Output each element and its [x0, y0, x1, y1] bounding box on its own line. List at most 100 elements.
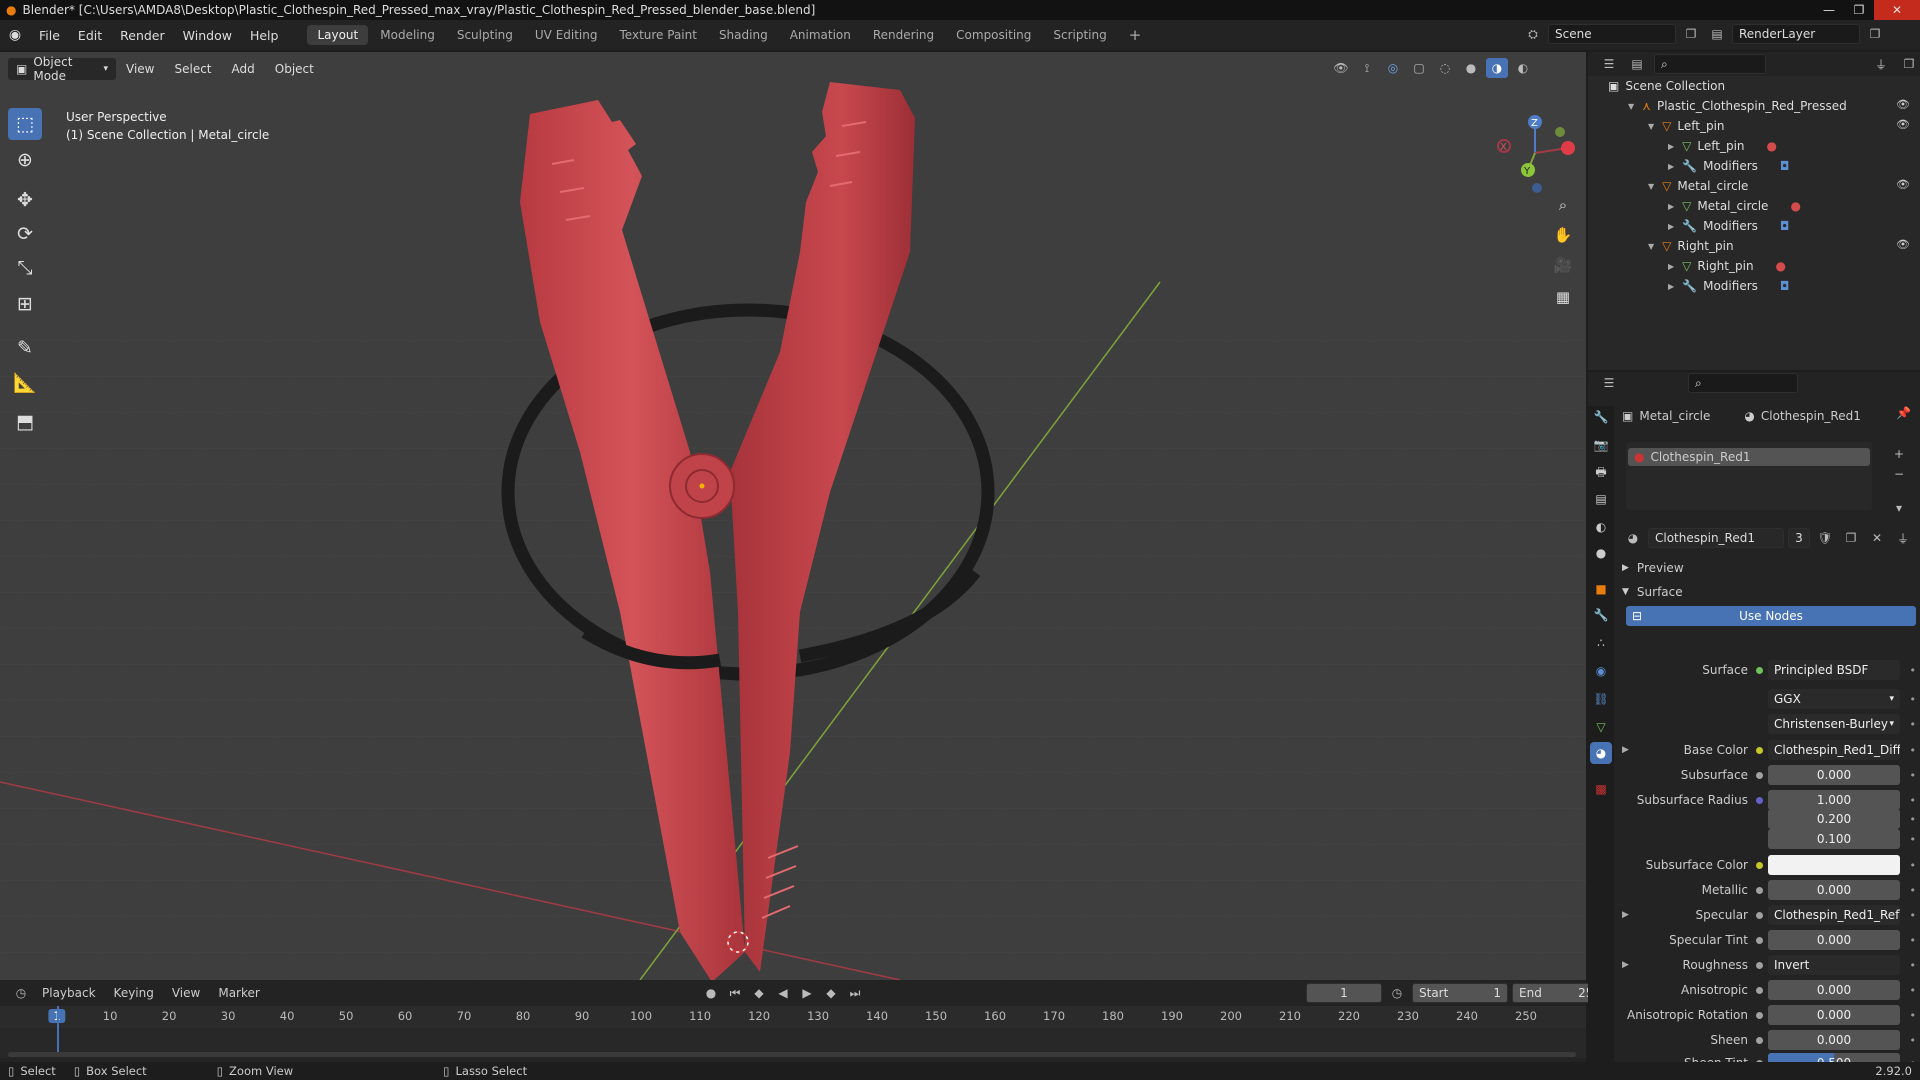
- navigation-gizmo[interactable]: Z Y X: [1490, 108, 1580, 198]
- slot-specials-icon[interactable]: ▾: [1888, 498, 1910, 518]
- close-icon[interactable]: ✕: [1874, 0, 1920, 20]
- keyframe-dot-icon[interactable]: •: [1910, 833, 1917, 846]
- add-workspace-icon[interactable]: +: [1119, 23, 1152, 47]
- socket-icon[interactable]: [1756, 771, 1763, 779]
- new-view-layer-icon[interactable]: ❐: [1864, 24, 1886, 44]
- tab-uv-editing[interactable]: UV Editing: [525, 25, 608, 45]
- expand-right-icon[interactable]: ▶: [1668, 282, 1674, 291]
- move-tool-icon[interactable]: ✥: [8, 184, 42, 216]
- tab-scripting[interactable]: Scripting: [1043, 25, 1116, 45]
- outliner-item-mesh[interactable]: ▶ ▽ Right_pin ●: [1668, 256, 1786, 276]
- tab-modeling[interactable]: Modeling: [370, 25, 445, 45]
- output-tab-icon[interactable]: 🖶: [1590, 462, 1612, 484]
- expand-right-icon[interactable]: ▶: [1668, 142, 1674, 151]
- keyframe-dot-icon[interactable]: •: [1910, 718, 1917, 731]
- socket-icon[interactable]: [1756, 746, 1763, 754]
- blender-menu-icon[interactable]: ◉: [0, 27, 30, 43]
- number-field[interactable]: 0.100: [1768, 829, 1900, 849]
- number-field[interactable]: 0.200: [1768, 809, 1900, 829]
- keyframe-dot-icon[interactable]: •: [1910, 984, 1917, 997]
- menu-add[interactable]: Add: [222, 62, 265, 76]
- material-badge-icon[interactable]: ●: [1767, 139, 1777, 153]
- outliner-item-modifier[interactable]: ▶ 🔧 Modifiers ◘: [1668, 216, 1789, 236]
- outliner-item-mesh[interactable]: ▶ ▽ Metal_circle ●: [1668, 196, 1801, 216]
- tab-animation[interactable]: Animation: [780, 25, 861, 45]
- socket-icon[interactable]: [1756, 1036, 1763, 1044]
- scene-tab-icon[interactable]: ◐: [1590, 516, 1612, 538]
- view-layer-field[interactable]: RenderLayer: [1732, 24, 1860, 44]
- prev-keyframe-icon[interactable]: ◆: [748, 983, 770, 1003]
- number-field[interactable]: 0.000: [1768, 980, 1900, 1000]
- material-shading-icon[interactable]: ◑: [1486, 58, 1508, 78]
- visibility-eye-icon[interactable]: 👁: [1896, 178, 1910, 191]
- tab-rendering[interactable]: Rendering: [863, 25, 944, 45]
- fake-user-icon[interactable]: 🛡: [1814, 528, 1836, 548]
- menu-object[interactable]: Object: [265, 62, 324, 76]
- number-field[interactable]: 0.000: [1768, 880, 1900, 900]
- outliner-editor-icon[interactable]: ☰: [1598, 54, 1620, 74]
- physics-tab-icon[interactable]: ◉: [1590, 660, 1612, 682]
- outliner-item-object[interactable]: ▼ ▽ Right_pin: [1648, 236, 1734, 256]
- maximize-icon[interactable]: ❐: [1844, 0, 1874, 20]
- render-tab-icon[interactable]: 📷: [1590, 434, 1612, 456]
- play-icon[interactable]: ▶: [796, 983, 818, 1003]
- particles-tab-icon[interactable]: ∴: [1590, 632, 1612, 654]
- properties-search[interactable]: ⌕: [1688, 373, 1798, 393]
- material-slot-list[interactable]: ● Clothespin_Red1: [1626, 442, 1872, 510]
- add-cube-tool-icon[interactable]: ⬒: [8, 406, 42, 438]
- next-keyframe-icon[interactable]: ◆: [820, 983, 842, 1003]
- socket-icon[interactable]: [1756, 1011, 1763, 1019]
- expand-right-icon[interactable]: ▶: [1622, 910, 1629, 920]
- frame-ruler[interactable]: 1102030405060708090100110120130140150160…: [0, 1006, 1586, 1028]
- socket-icon[interactable]: [1756, 911, 1763, 919]
- add-slot-icon[interactable]: +: [1888, 444, 1910, 464]
- solid-shading-icon[interactable]: ●: [1460, 58, 1482, 78]
- expand-right-icon[interactable]: ▶: [1668, 202, 1674, 211]
- socket-icon[interactable]: [1756, 886, 1763, 894]
- outliner-item-object[interactable]: ▼ ▽ Left_pin: [1648, 116, 1725, 136]
- socket-icon[interactable]: [1756, 666, 1763, 674]
- rotate-tool-icon[interactable]: ⟳: [8, 218, 42, 250]
- keyframe-dot-icon[interactable]: •: [1910, 813, 1917, 826]
- menu-playback[interactable]: Playback: [34, 986, 104, 1000]
- menu-file[interactable]: File: [30, 28, 69, 43]
- jump-start-icon[interactable]: ⏮: [724, 983, 746, 1003]
- modifier-badge-icon[interactable]: ◘: [1780, 279, 1790, 293]
- number-field[interactable]: 0.000: [1768, 765, 1900, 785]
- keyframe-dot-icon[interactable]: •: [1910, 693, 1917, 706]
- number-field[interactable]: 1.000: [1768, 790, 1900, 810]
- pan-hand-icon[interactable]: ✋: [1550, 222, 1576, 248]
- wireframe-shading-icon[interactable]: ◌: [1434, 58, 1456, 78]
- data-tab-icon[interactable]: ▽: [1590, 716, 1612, 738]
- socket-icon[interactable]: [1756, 796, 1763, 804]
- keyframe-dot-icon[interactable]: •: [1910, 1009, 1917, 1022]
- view-layer-tab-icon[interactable]: ▤: [1590, 488, 1612, 510]
- outliner-scene-collection[interactable]: ▣ Scene Collection: [1608, 76, 1725, 96]
- color-swatch[interactable]: [1768, 855, 1900, 875]
- timeline-scrollbar[interactable]: [8, 1052, 1576, 1057]
- keyframe-dot-icon[interactable]: •: [1910, 934, 1917, 947]
- menu-timeline-view[interactable]: View: [164, 986, 208, 1000]
- measure-tool-icon[interactable]: 📐: [8, 366, 42, 398]
- ortho-grid-icon[interactable]: ▦: [1550, 284, 1576, 310]
- tab-shading[interactable]: Shading: [709, 25, 778, 45]
- enum-dropdown[interactable]: GGX ▾: [1768, 689, 1900, 709]
- keyframe-dot-icon[interactable]: •: [1910, 769, 1917, 782]
- modifier-badge-icon[interactable]: ◘: [1780, 159, 1790, 173]
- linked-input[interactable]: Clothespin_Red1_Reflecti...: [1768, 905, 1900, 925]
- outliner-item-mesh[interactable]: ▶ ▽ Left_pin ●: [1668, 136, 1777, 156]
- mode-dropdown[interactable]: ▣ Object Mode ▾: [8, 55, 116, 83]
- expand-right-icon[interactable]: ▶: [1668, 162, 1674, 171]
- tool-tab-icon[interactable]: 🔧: [1590, 406, 1612, 428]
- new-scene-icon[interactable]: ❐: [1680, 24, 1702, 44]
- unlink-material-icon[interactable]: ✕: [1866, 528, 1888, 548]
- play-reverse-icon[interactable]: ◀: [772, 983, 794, 1003]
- material-name-field[interactable]: Clothespin_Red1: [1648, 528, 1784, 548]
- menu-keying[interactable]: Keying: [106, 986, 162, 1000]
- texture-tab-icon[interactable]: ▩: [1590, 778, 1612, 800]
- object-tab-icon[interactable]: ■: [1590, 578, 1612, 600]
- scale-tool-icon[interactable]: ⤡: [8, 252, 42, 284]
- outliner-item-object[interactable]: ▼ ▽ Metal_circle: [1648, 176, 1748, 196]
- visibility-eye-icon[interactable]: 👁: [1896, 238, 1910, 251]
- menu-select[interactable]: Select: [164, 62, 221, 76]
